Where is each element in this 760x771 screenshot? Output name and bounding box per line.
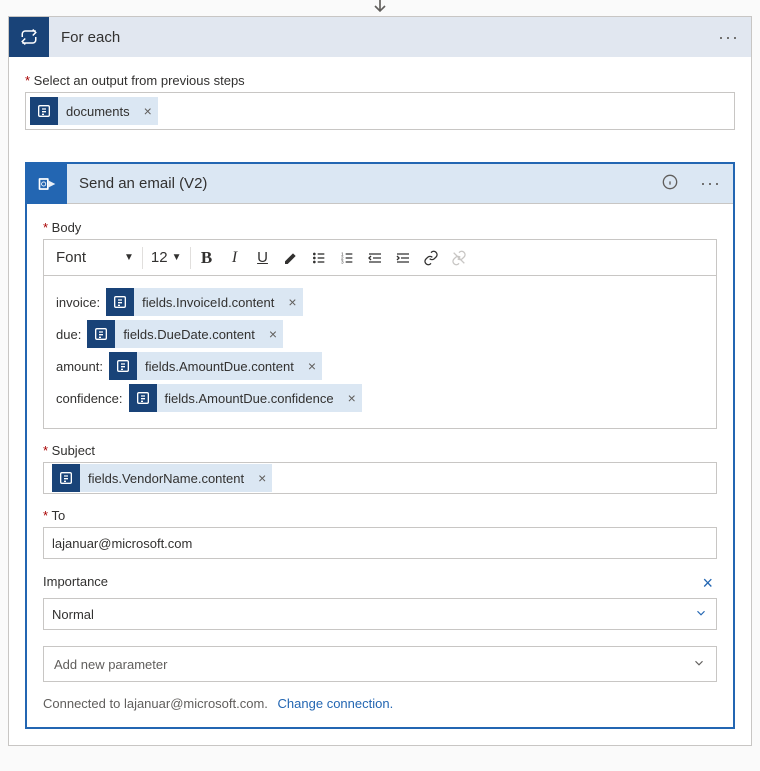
loop-icon — [9, 17, 49, 57]
remove-token-button[interactable]: × — [252, 470, 272, 486]
highlight-button[interactable] — [277, 244, 305, 272]
dynamic-content-icon — [52, 464, 80, 492]
svg-text:3: 3 — [341, 259, 344, 264]
body-content[interactable]: invoice: fields.InvoiceId.content × due: — [44, 276, 716, 428]
chevron-down-icon — [694, 606, 708, 623]
remove-token-button[interactable]: × — [138, 103, 158, 119]
body-editor: Font ▼ 12 ▼ B I U — [43, 239, 717, 429]
dynamic-content-icon — [109, 352, 137, 380]
output-label: Select an output from previous steps — [25, 73, 735, 88]
remove-token-button[interactable]: × — [342, 390, 362, 406]
font-select[interactable]: Font ▼ — [50, 249, 140, 266]
font-size-select[interactable]: 12 ▼ — [145, 249, 188, 266]
bullet-list-button[interactable] — [305, 244, 333, 272]
output-input[interactable]: documents × — [25, 92, 735, 130]
to-input[interactable]: lajanuar@microsoft.com — [43, 527, 717, 559]
change-connection-link[interactable]: Change connection. — [278, 696, 394, 711]
outlook-icon — [27, 164, 67, 204]
underline-button[interactable]: U — [249, 244, 277, 272]
token-confidence[interactable]: fields.AmountDue.confidence × — [129, 384, 362, 412]
unlink-button — [445, 244, 473, 272]
dynamic-content-icon — [129, 384, 157, 412]
italic-button[interactable]: I — [221, 244, 249, 272]
bold-button[interactable]: B — [193, 244, 221, 272]
for-each-header[interactable]: For each ··· — [9, 17, 751, 57]
remove-token-button[interactable]: × — [263, 326, 283, 342]
connection-status: Connected to lajanuar@microsoft.com. Cha… — [43, 696, 717, 711]
token-due[interactable]: fields.DueDate.content × — [87, 320, 283, 348]
numbered-list-button[interactable]: 123 — [333, 244, 361, 272]
send-email-header[interactable]: Send an email (V2) ··· — [27, 164, 733, 204]
token-subject[interactable]: fields.VendorName.content × — [52, 464, 272, 492]
subject-input[interactable]: fields.VendorName.content × — [43, 462, 717, 494]
send-email-card: Send an email (V2) ··· Body Font ▼ — [25, 162, 735, 729]
subject-label: Subject — [43, 443, 717, 458]
for-each-card: For each ··· Select an output from previ… — [8, 16, 752, 746]
token-documents[interactable]: documents × — [30, 97, 158, 125]
to-label: To — [43, 508, 717, 523]
body-label: Body — [43, 220, 717, 235]
editor-toolbar: Font ▼ 12 ▼ B I U — [44, 240, 716, 276]
importance-dropdown[interactable]: Normal — [43, 598, 717, 630]
outdent-button[interactable] — [361, 244, 389, 272]
importance-label: Importance — [43, 574, 108, 589]
dynamic-content-icon — [106, 288, 134, 316]
indent-button[interactable] — [389, 244, 417, 272]
remove-token-button[interactable]: × — [302, 358, 322, 374]
link-button[interactable] — [417, 244, 445, 272]
for-each-menu-button[interactable]: ··· — [706, 27, 751, 48]
add-parameter-dropdown[interactable]: Add new parameter — [43, 646, 717, 682]
remove-importance-button[interactable]: × — [698, 573, 717, 594]
for-each-title: For each — [49, 29, 706, 46]
info-icon[interactable] — [652, 174, 688, 193]
dynamic-content-icon — [87, 320, 115, 348]
send-email-menu-button[interactable]: ··· — [688, 173, 733, 194]
remove-token-button[interactable]: × — [282, 294, 302, 310]
token-invoice[interactable]: fields.InvoiceId.content × — [106, 288, 302, 316]
dynamic-content-icon — [30, 97, 58, 125]
token-amount[interactable]: fields.AmountDue.content × — [109, 352, 322, 380]
send-email-title: Send an email (V2) — [67, 175, 652, 192]
chevron-down-icon — [692, 656, 706, 673]
